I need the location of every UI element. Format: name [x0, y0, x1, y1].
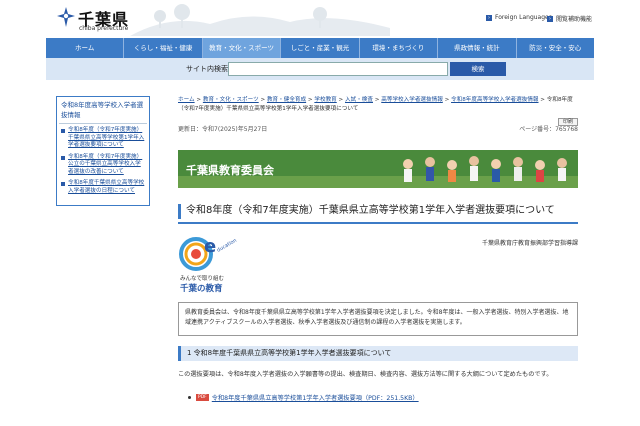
chiba-logo-icon [57, 7, 75, 27]
sidebar-item-selection-guidelines[interactable]: 令和8年度（令和7年度実施）千葉県県立高等学校第1学年入学者選抜要項について [61, 127, 145, 150]
board-of-education-banner: 千葉県教育委員会 [178, 150, 578, 188]
sidebar-list: 令和8年度（令和7年度実施）千葉県県立高等学校第1学年入学者選抜要項について 令… [59, 124, 147, 195]
edu-logo-script: ducation [216, 238, 238, 254]
gnav-government[interactable]: 県政情報・統計 [438, 38, 517, 58]
breadcrumb: ホーム > 教育・文化・スポーツ > 教育・健全育成 > 学校教育 > 入試・検… [178, 97, 573, 112]
search-label: サイト内検索 [186, 65, 228, 73]
edu-logo-letter: e [204, 236, 216, 257]
breadcrumb-school-education[interactable]: 学校教育 [314, 97, 336, 103]
print-button[interactable]: 印刷 [558, 118, 578, 126]
gnav-environment[interactable]: 環境・まちづくり [360, 38, 439, 58]
breadcrumb-education[interactable]: 教育・文化・スポーツ [203, 97, 259, 103]
edu-logo-name: 千葉の教育 [180, 284, 223, 294]
pdf-icon: PDF [196, 394, 209, 401]
global-navigation: ホーム くらし・福祉・健康 教育・文化・スポーツ しごと・産業・観光 環境・まち… [46, 38, 594, 58]
bullet-icon [188, 396, 191, 399]
arrow-right-icon: › [486, 14, 492, 21]
util-foreign-languages[interactable]: › Foreign Languages [486, 14, 552, 21]
department-name: 千葉県教育庁教育振興部学習指導課 [481, 240, 578, 247]
breadcrumb-r8-admission[interactable]: 令和8年度高等学校入学者選抜情報 [451, 97, 538, 103]
pdf-download-item: PDF 令和8年度千葉県県立高等学校第1学年入学者選抜要項（PDF：251.5K… [188, 393, 419, 402]
updated-date: 更新日：令和7(2025)年5月27日 [178, 126, 268, 133]
sidebar-item-selection-schedule[interactable]: 令和8年度千葉県県立高等学校入学者選抜の日程について [61, 180, 145, 195]
site-search-bar: サイト内検索 検索 [46, 58, 594, 80]
util-foreign-languages-label: Foreign Languages [495, 14, 552, 21]
search-button[interactable]: 検索 [450, 62, 506, 76]
pdf-download-link[interactable]: 令和8年度千葉県県立高等学校第1学年入学者選抜要項（PDF：251.5KB） [212, 393, 419, 402]
breadcrumb-hs-admission[interactable]: 高等学校入学者選抜情報 [381, 97, 443, 103]
site-header: 千葉県 chiba prefecture › Foreign Languages… [0, 0, 640, 36]
page-title: 令和8年度（令和7年度実施）千葉県県立高等学校第1学年入学者選抜要項について [178, 202, 578, 224]
util-accessibility-label: 閲覧補助機能 [556, 16, 593, 23]
header-scenery-illustration [130, 4, 390, 36]
banner-title: 千葉県教育委員会 [186, 164, 274, 177]
gnav-living[interactable]: くらし・福祉・健康 [124, 38, 203, 58]
edu-logo-caption: みんなで取り組む [180, 276, 225, 282]
arrow-right-icon: › [547, 15, 553, 22]
gnav-safety[interactable]: 防災・安全・安心 [517, 38, 594, 58]
breadcrumb-exams[interactable]: 入試・検査 [345, 97, 373, 103]
announcement-box: 県教育委員会は、令和8年度千葉県県立高等学校第1学年入学者選抜要項を決定しました… [178, 302, 578, 336]
breadcrumb-education-development[interactable]: 教育・健全育成 [267, 97, 306, 103]
page-meta: 更新日：令和7(2025)年5月27日 ページ番号：765768 [178, 124, 578, 134]
main-content: ホーム > 教育・文化・スポーツ > 教育・健全育成 > 学校教育 > 入試・検… [178, 96, 578, 402]
sidebar-title[interactable]: 令和8年度高等学校入学者選抜情報 [59, 99, 147, 124]
section-heading: 1 令和8年度千葉県県立高等学校第1学年入学者選抜要項について [178, 346, 578, 361]
gnav-home[interactable]: ホーム [46, 38, 125, 58]
util-accessibility[interactable]: › 閲覧補助機能 [547, 14, 592, 23]
section-text: この選抜要項は、令和8年度入学者選抜の入学願書等の提出、検査期日、検査内容、選抜… [178, 371, 553, 378]
breadcrumb-home[interactable]: ホーム [178, 97, 195, 103]
gnav-education[interactable]: 教育・文化・スポーツ [202, 38, 282, 58]
sidebar-item-selection-improvement[interactable]: 令和8年度（令和7年度実施）公立の千葉県立高等学校入学者選抜の改善について [61, 154, 145, 177]
search-input[interactable] [228, 62, 448, 76]
education-logo-icon: e ducation [179, 236, 238, 271]
logo-english: chiba prefecture [79, 25, 129, 32]
sidebar-menu: 令和8年度高等学校入学者選抜情報 令和8年度（令和7年度実施）千葉県県立高等学校… [56, 96, 150, 206]
gnav-work[interactable]: しごと・産業・観光 [281, 38, 360, 58]
